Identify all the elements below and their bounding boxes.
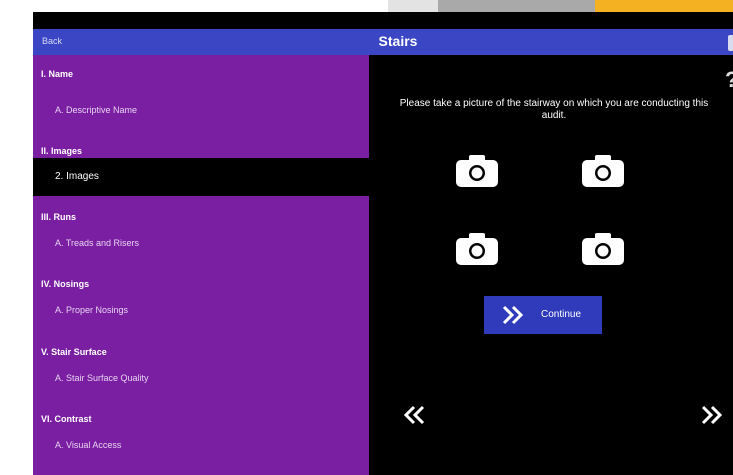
sidebar-item-label: A. Descriptive Name [55,105,138,115]
camera-icon[interactable] [582,231,624,265]
double-chevron-right-icon [502,305,526,330]
sidebar-item-treads-and-risers[interactable]: A. Treads and Risers [33,233,369,255]
top-strip-segment-gray [438,0,595,12]
top-strip-segment-orange [595,0,733,12]
sidebar-item-descriptive-name[interactable]: A. Descriptive Name [33,100,369,122]
sidebar-item-stair-surface-quality[interactable]: A. Stair Surface Quality [33,368,369,390]
header-bar: Back Stairs [33,29,733,55]
double-chevron-right-icon [701,405,723,425]
sidebar: I. Name A. Descriptive Name II. Images 2… [33,55,369,475]
top-strip-segment-light [388,0,438,12]
section-heading-images: II. Images [41,146,83,156]
camera-icon[interactable] [456,153,498,187]
next-page-button[interactable] [701,405,723,430]
previous-page-button[interactable] [403,405,426,430]
sidebar-item-images[interactable]: 2. Images [33,158,369,196]
sidebar-item-label: A. Treads and Risers [55,238,140,248]
continue-label: Continue [541,309,582,320]
sidebar-item-label: A. Stair Surface Quality [55,373,149,383]
section-heading-contrast: VI. Contrast [41,414,92,424]
section-heading-nosings: IV. Nosings [41,279,90,289]
camera-icon[interactable] [456,231,498,265]
page-title: Stairs [378,33,418,49]
main-panel: ? Please take a picture of the stairway … [369,55,733,475]
section-heading-stair-surface: V. Stair Surface [41,347,107,357]
sidebar-item-label: A. Proper Nosings [55,305,129,315]
section-heading-name: I. Name [41,69,74,79]
sidebar-item-label: A. Visual Access [55,440,122,450]
top-strip [0,0,733,12]
double-chevron-left-icon [403,405,425,425]
instruction-text: Please take a picture of the stairway on… [399,98,709,121]
sidebar-item-label: 2. Images [55,171,99,182]
help-icon[interactable]: ? [725,67,733,93]
app-window: Back Stairs I. Name A. Descriptive Name … [33,12,733,475]
user-icon[interactable] [728,35,733,51]
sidebar-item-proper-nosings[interactable]: A. Proper Nosings [33,300,369,322]
camera-icon[interactable] [582,153,624,187]
continue-button[interactable]: Continue [484,296,602,334]
sidebar-item-visual-access[interactable]: A. Visual Access [33,435,369,457]
section-heading-runs: III. Runs [41,212,77,222]
